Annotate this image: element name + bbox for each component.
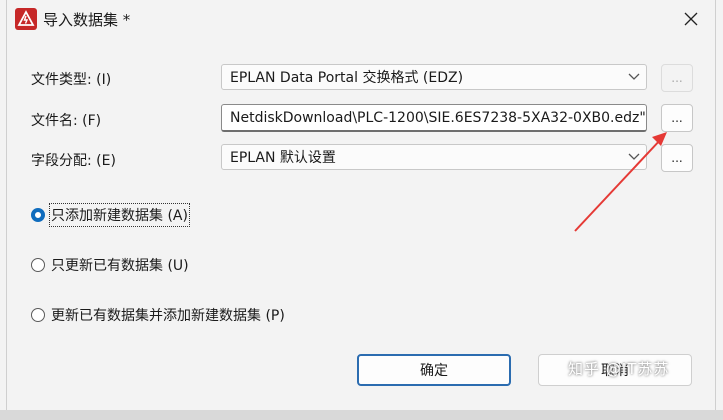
file-name-value: NetdiskDownload\PLC-1200\SIE.6ES7238-5XA… xyxy=(230,109,646,126)
ok-button[interactable]: 确定 xyxy=(357,354,511,386)
eplan-logo-icon xyxy=(15,8,37,30)
chevron-down-icon xyxy=(628,153,640,160)
option-label: 更新已有数据集并添加新建数据集 (P) xyxy=(51,308,285,324)
file-name-browse-button[interactable]: ... xyxy=(661,104,693,132)
option-label: 只添加新建数据集 (A) xyxy=(49,203,190,227)
option-add-new[interactable]: 只添加新建数据集 (A) xyxy=(31,203,190,227)
chevron-down-icon xyxy=(628,73,640,80)
radio-unchecked-icon[interactable] xyxy=(31,258,45,272)
option-update-existing[interactable]: 只更新已有数据集 (U) xyxy=(31,255,189,275)
file-type-label: 文件类型: (I) xyxy=(31,72,112,88)
watermark-text: 知乎 @IT苏苏 xyxy=(568,360,670,378)
option-label: 只更新已有数据集 (U) xyxy=(51,258,189,274)
option-update-and-add[interactable]: 更新已有数据集并添加新建数据集 (P) xyxy=(31,305,285,325)
close-button[interactable] xyxy=(677,6,705,32)
title-bar: 导入数据集 * xyxy=(7,0,715,38)
file-type-browse-button: ... xyxy=(661,64,693,92)
radio-unchecked-icon[interactable] xyxy=(31,308,45,322)
field-mapping-value: EPLAN 默认设置 xyxy=(230,150,336,166)
close-icon xyxy=(684,12,698,26)
background-strip xyxy=(0,410,723,420)
field-mapping-select[interactable]: EPLAN 默认设置 xyxy=(221,144,647,170)
file-type-value: EPLAN Data Portal 交换格式 (EDZ) xyxy=(230,70,464,86)
field-mapping-browse-button[interactable]: ... xyxy=(661,144,693,172)
field-mapping-label: 字段分配: (E) xyxy=(31,153,116,169)
radio-checked-icon[interactable] xyxy=(31,208,45,222)
file-name-input[interactable]: NetdiskDownload\PLC-1200\SIE.6ES7238-5XA… xyxy=(221,104,647,132)
file-name-label: 文件名: (F) xyxy=(31,113,102,129)
import-dataset-dialog: 导入数据集 * 文件类型: (I) EPLAN Data Portal 交换格式… xyxy=(6,0,716,420)
file-type-select[interactable]: EPLAN Data Portal 交换格式 (EDZ) xyxy=(221,64,647,90)
dialog-title: 导入数据集 * xyxy=(43,11,131,29)
